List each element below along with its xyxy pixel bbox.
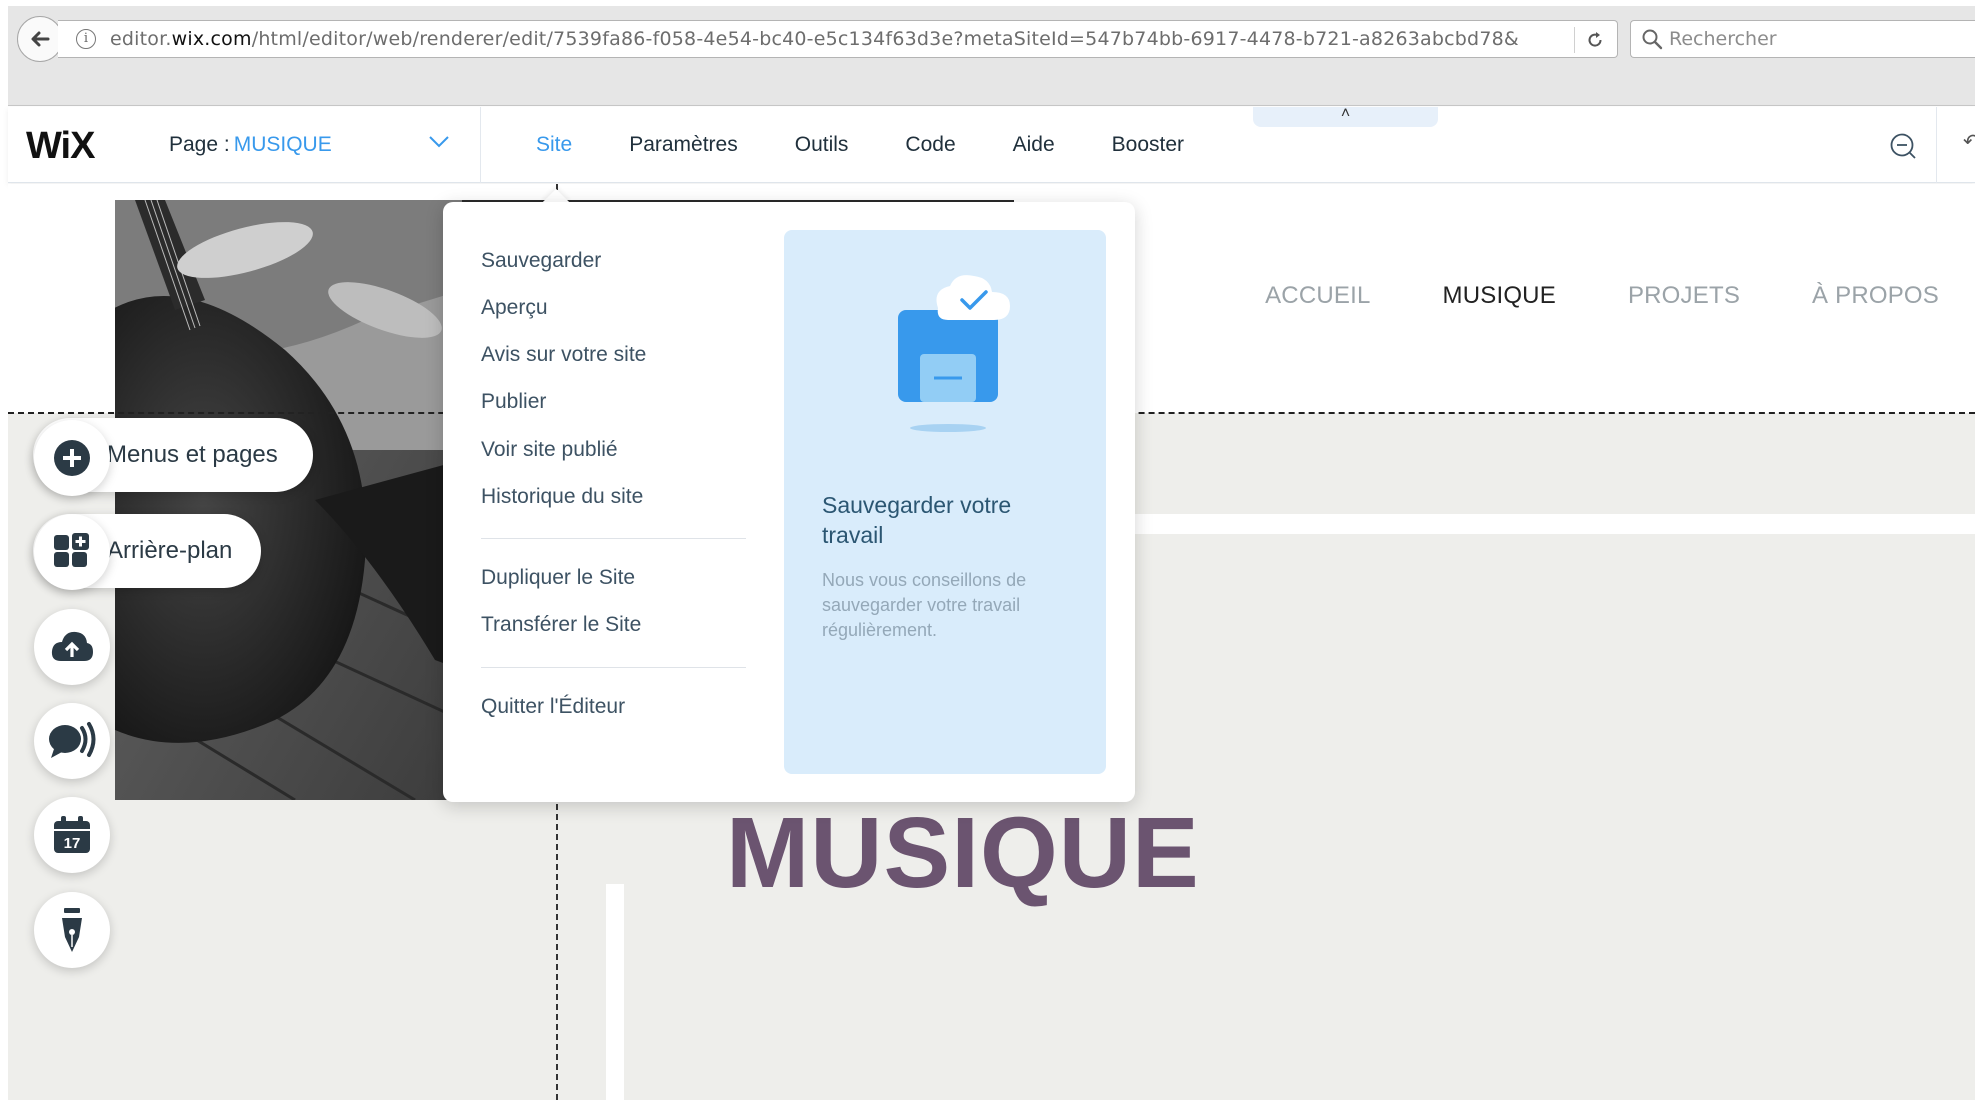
chat-icon [49,722,96,758]
browser-toolbar: i editor.wix.com/html/editor/web/rendere… [8,6,1975,106]
app-market-button[interactable] [34,514,110,590]
page-prefix-label: Page : [169,133,230,156]
save-cloud-icon [898,275,1010,432]
menu-divider [481,538,746,539]
menu-booster[interactable]: Booster [1112,133,1184,157]
background-label: Arrière-plan [107,537,233,564]
url-path: /html/editor/web/renderer/edit/7539fa86-… [251,28,1519,50]
blog-button[interactable] [34,892,110,968]
content-strip [1132,514,1975,534]
menu-item-avis[interactable]: Avis sur votre site [481,343,646,367]
url-text[interactable]: editor.wix.com/html/editor/web/renderer/… [110,28,1519,50]
menu-divider [481,667,746,668]
menu-parametres[interactable]: Paramètres [629,133,738,157]
topbar-divider [1936,107,1937,183]
menu-item-quitter[interactable]: Quitter l'Éditeur [481,695,625,719]
app-market-icon [54,533,89,567]
add-icon [54,440,90,476]
wix-logo: WiX [26,125,95,167]
search-icon [1642,29,1663,50]
menu-item-voir-site[interactable]: Voir site publié [481,438,618,462]
guitar-photo-graphic [115,200,462,800]
site-nav-musique[interactable]: MUSIQUE [1443,282,1556,310]
site-dropdown-menu: Sauvegarder Aperçu Avis sur votre site P… [443,202,1135,802]
menu-site[interactable]: Site [536,133,572,157]
menu-item-historique[interactable]: Historique du site [481,485,643,509]
current-page-name: MUSIQUE [233,133,332,156]
menus-pages-label: Menus et pages [107,441,278,468]
calendar-day-label: 17 [64,835,81,852]
url-prefix: editor. [110,28,172,50]
menu-outils[interactable]: Outils [795,133,849,157]
bookings-button[interactable]: 17 [34,797,110,873]
url-domain: wix.com [171,28,252,50]
back-button[interactable] [17,16,63,62]
menu-aide[interactable]: Aide [1013,133,1055,157]
site-navigation[interactable]: ACCUEIL MUSIQUE PROJETS À PROPOS [1193,282,1939,310]
browser-search-box[interactable] [1630,20,1975,58]
guitar-photo[interactable] [115,200,462,800]
menu-item-publier[interactable]: Publier [481,390,546,414]
menu-item-sauvegarder[interactable]: Sauvegarder [481,249,601,273]
card-description: Nous vous conseillons de sauvegarder vot… [822,570,1027,640]
editor-menu-bar: Site Paramètres Outils Code Aide Booster [536,107,1241,183]
menu-item-transferer[interactable]: Transférer le Site [481,613,641,637]
save-info-card: Sauvegarder votre travail Nous vous cons… [784,230,1106,774]
editor-top-bar: WiX Page : MUSIQUE Site Paramètres Outil… [8,105,1975,183]
menu-code[interactable]: Code [905,133,955,157]
calendar-icon: 17 [54,816,90,853]
chevron-down-icon[interactable] [428,135,450,149]
menu-item-dupliquer[interactable]: Dupliquer le Site [481,566,635,590]
undo-icon[interactable]: ↶ [1963,129,1975,154]
collapse-topbar-button[interactable]: ˄ [1253,105,1438,127]
chat-button[interactable] [34,703,110,779]
upload-icon [51,631,93,661]
menu-item-apercu[interactable]: Aperçu [481,296,548,320]
reload-icon[interactable] [1583,28,1607,52]
site-nav-projets[interactable]: PROJETS [1628,282,1740,310]
chevron-up-icon: ˄ [1340,105,1351,122]
page-selector[interactable]: Page : MUSIQUE [123,107,481,183]
info-icon[interactable]: i [76,29,96,49]
address-bar[interactable]: i editor.wix.com/html/editor/web/rendere… [58,20,1618,58]
site-nav-accueil[interactable]: ACCUEIL [1265,282,1370,310]
content-column [606,884,624,1100]
site-nav-a-propos[interactable]: À PROPOS [1812,282,1939,310]
page-heading[interactable]: MUSIQUE [726,796,1200,911]
zoom-out-icon[interactable] [1888,131,1918,161]
card-title: Sauvegarder votre travail [822,492,1012,548]
add-button[interactable] [34,420,110,496]
search-input[interactable] [1669,28,1969,50]
url-divider [1574,27,1575,53]
back-arrow-icon [31,31,50,47]
pen-icon [62,908,82,952]
upload-button[interactable] [34,609,110,685]
